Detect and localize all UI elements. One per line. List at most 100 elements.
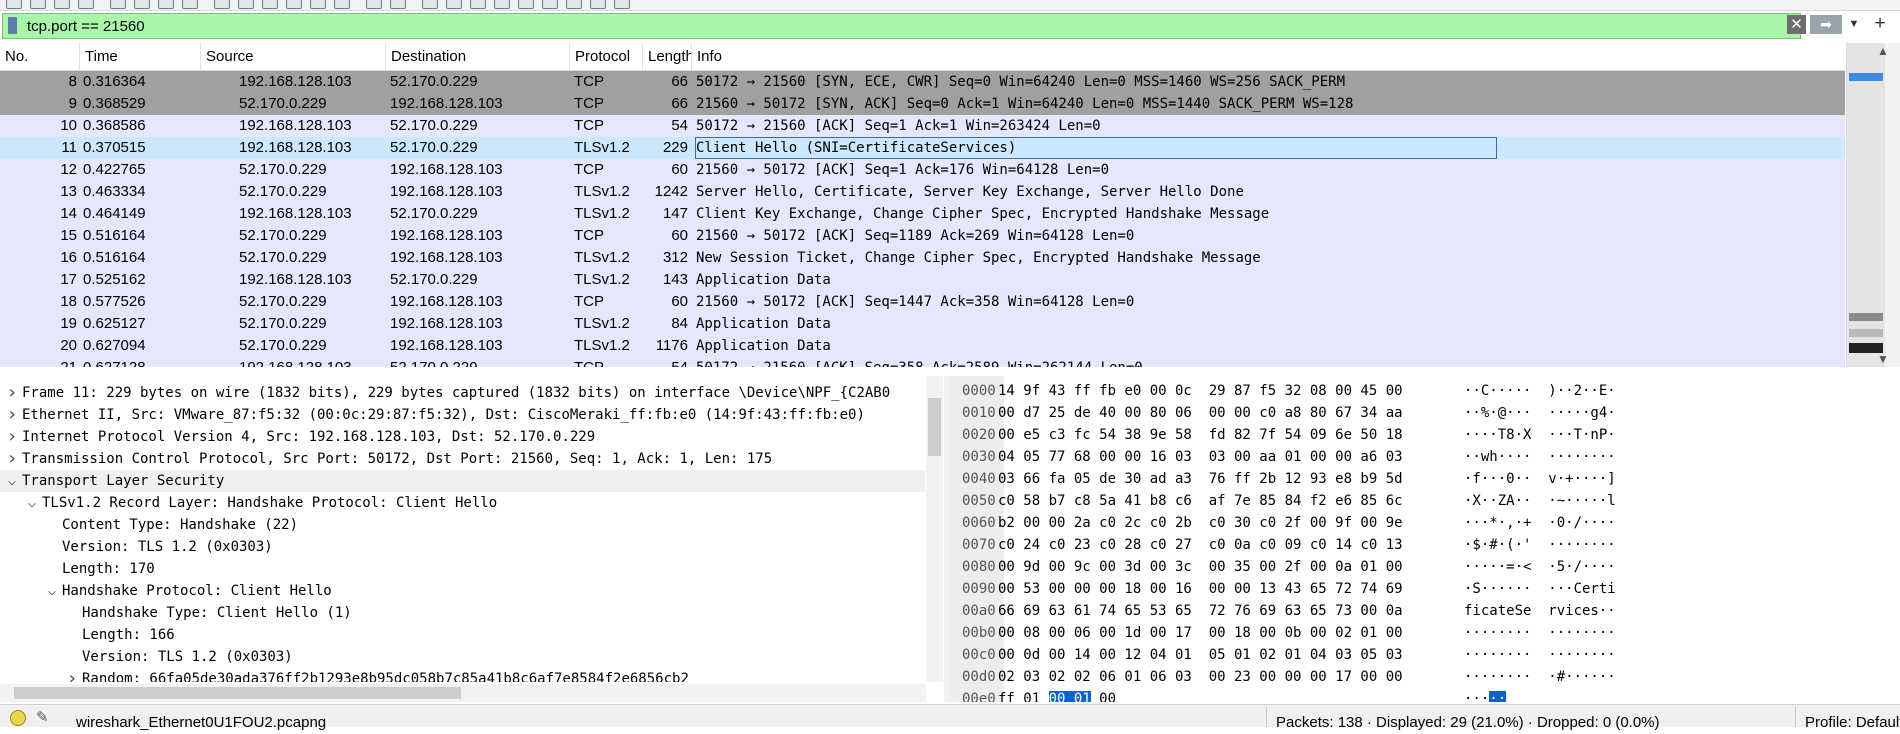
scroll-down-icon[interactable]: ▼ bbox=[1877, 352, 1889, 366]
detail-tree-item[interactable]: › Transmission Control Protocol, Src Port… bbox=[0, 448, 925, 470]
collapse-arrow-icon[interactable]: ⌵ bbox=[25, 492, 39, 514]
collapse-arrow-icon[interactable]: ⌵ bbox=[5, 470, 19, 492]
scroll-up-icon[interactable]: ▲ bbox=[1877, 44, 1889, 58]
packet-row[interactable]: 10 0.368586 192.168.128.103 52.170.0.229 TCP… bbox=[0, 115, 1845, 137]
expand-arrow-icon[interactable]: › bbox=[5, 404, 19, 426]
byte-hex[interactable]: 00 0d 00 14 00 12 04 01 05 01 02 01 04 0… bbox=[998, 644, 1403, 666]
detail-tree-item[interactable]: Version: TLS 1.2 (0x0303) bbox=[0, 646, 925, 668]
byte-hex[interactable]: c0 58 b7 c8 5a 41 b8 c6 af 7e 85 84 f2 e… bbox=[998, 490, 1403, 512]
capture-options-icon[interactable] bbox=[78, 0, 94, 9]
chevron-down-icon[interactable]: ▼ bbox=[1846, 15, 1862, 34]
packet-list-scrollbar[interactable]: ▲ ▼ bbox=[1846, 43, 1900, 367]
byte-ascii[interactable]: ·S······ ···Certi bbox=[1464, 578, 1616, 600]
byte-hex[interactable]: 66 69 63 61 74 65 53 65 72 76 69 63 65 7… bbox=[998, 600, 1403, 622]
packet-row[interactable]: 12 0.422765 52.170.0.229 192.168.128.103 TCP… bbox=[0, 159, 1845, 181]
expand-arrow-icon[interactable]: › bbox=[65, 668, 79, 682]
detail-tree-item[interactable]: Version: TLS 1.2 (0x0303) bbox=[0, 536, 925, 558]
plus-icon[interactable]: + bbox=[1870, 14, 1890, 34]
packet-row[interactable]: 16 0.516164 52.170.0.229 192.168.128.103 TLS… bbox=[0, 247, 1845, 269]
byte-ascii[interactable]: ····· bbox=[1464, 688, 1507, 702]
status-profile[interactable]: Profile: Default bbox=[1805, 712, 1900, 734]
resize-columns-icon[interactable] bbox=[494, 0, 510, 9]
packet-row[interactable]: 9 0.368529 52.170.0.229 192.168.128.103 TCP 6… bbox=[0, 93, 1845, 115]
byte-ascii[interactable]: ··C····· )··2··E· bbox=[1464, 380, 1616, 402]
details-vertical-scrollbar[interactable] bbox=[926, 376, 943, 682]
detail-tree-item[interactable]: Content Type: Handshake (22) bbox=[0, 514, 925, 536]
open-file-icon[interactable] bbox=[110, 0, 126, 9]
byte-ascii-selected[interactable]: ·· bbox=[1489, 691, 1507, 702]
go-to-packet-icon[interactable] bbox=[286, 0, 302, 9]
packet-row[interactable]: 20 0.627094 52.170.0.229 192.168.128.103 TLS… bbox=[0, 335, 1845, 357]
bookmark-icon[interactable] bbox=[8, 17, 17, 34]
column-header-info[interactable]: Info bbox=[692, 43, 1845, 70]
packet-row[interactable]: 13 0.463334 52.170.0.229 192.168.128.103 TLS… bbox=[0, 181, 1845, 203]
zoom-reset-icon[interactable] bbox=[470, 0, 486, 9]
go-back-icon[interactable] bbox=[238, 0, 254, 9]
reload-file-icon[interactable] bbox=[182, 0, 198, 9]
detail-tree-item[interactable]: Length: 170 bbox=[0, 558, 925, 580]
byte-hex[interactable]: 03 66 fa 05 de 30 ad a3 76 ff 2b 12 93 e… bbox=[998, 468, 1403, 490]
byte-hex[interactable]: 00 e5 c3 fc 54 38 9e 58 fd 82 7f 54 09 6… bbox=[998, 424, 1403, 446]
detail-tree-item[interactable]: ⌵ TLSv1.2 Record Layer: Handshake Protoco… bbox=[0, 492, 925, 514]
detail-tree-item[interactable]: ⌵ Handshake Protocol: Client Hello bbox=[0, 580, 925, 602]
byte-hex[interactable]: 14 9f 43 ff fb e0 00 0c 29 87 f5 32 08 0… bbox=[998, 380, 1403, 402]
byte-ascii[interactable]: ficateSe rvices·· bbox=[1464, 600, 1616, 622]
byte-ascii[interactable]: ····T8·X ···T·nP· bbox=[1464, 424, 1616, 446]
packet-row[interactable]: 19 0.625127 52.170.0.229 192.168.128.103 TLS… bbox=[0, 313, 1845, 335]
byte-hex[interactable]: 00 53 00 00 00 18 00 16 00 00 13 43 65 7… bbox=[998, 578, 1403, 600]
byte-ascii[interactable]: ········ ········ bbox=[1464, 622, 1616, 644]
detail-tree-item[interactable]: › Frame 11: 229 bytes on wire (1832 bits)… bbox=[0, 382, 925, 404]
packet-row[interactable]: 15 0.516164 52.170.0.229 192.168.128.103 TCP… bbox=[0, 225, 1845, 247]
column-header-destination[interactable]: Destination bbox=[386, 43, 570, 70]
edit-comment-icon[interactable]: ✎ bbox=[36, 708, 49, 726]
restart-capture-icon[interactable] bbox=[54, 0, 70, 9]
details-hscroll-thumb[interactable] bbox=[14, 687, 461, 699]
byte-hex[interactable]: c0 24 c0 23 c0 28 c0 27 c0 0a c0 09 c0 1… bbox=[998, 534, 1403, 556]
byte-ascii[interactable]: ········ ·#······ bbox=[1464, 666, 1616, 688]
start-capture-icon[interactable] bbox=[6, 0, 22, 9]
byte-hex[interactable]: 02 03 02 02 06 01 06 03 00 23 00 00 00 1… bbox=[998, 666, 1403, 688]
apply-icon[interactable]: ➡ bbox=[1810, 15, 1842, 34]
details-scroll-thumb[interactable] bbox=[928, 398, 941, 456]
byte-hex[interactable]: 00 d7 25 de 40 00 80 06 00 00 c0 a8 80 6… bbox=[998, 402, 1403, 424]
first-packet-icon[interactable] bbox=[310, 0, 326, 9]
zoom-out-icon[interactable] bbox=[446, 0, 462, 9]
detail-tree-item[interactable]: › Ethernet II, Src: VMware_87:f5:32 (00:0… bbox=[0, 404, 925, 426]
packet-row[interactable]: 17 0.525162 192.168.128.103 52.170.0.229 TLS… bbox=[0, 269, 1845, 291]
column-header-protocol[interactable]: Protocol bbox=[570, 43, 643, 70]
detail-tree-item[interactable]: › Internet Protocol Version 4, Src: 192.1… bbox=[0, 426, 925, 448]
resize-columns-icon-4[interactable] bbox=[566, 0, 582, 9]
byte-hex[interactable]: ff 01 00 01 00 bbox=[998, 688, 1116, 702]
byte-hex-selected[interactable]: 00 01 bbox=[1048, 691, 1091, 702]
expand-arrow-icon[interactable]: › bbox=[5, 426, 19, 448]
resize-columns-icon-2[interactable] bbox=[518, 0, 534, 9]
packet-row[interactable]: 11 0.370515 192.168.128.103 52.170.0.229 TLS… bbox=[0, 137, 1845, 159]
last-packet-icon[interactable] bbox=[334, 0, 350, 9]
byte-ascii[interactable]: ·$·#·(·' ········ bbox=[1464, 534, 1616, 556]
detail-tree-item[interactable]: Length: 166 bbox=[0, 624, 925, 646]
byte-ascii[interactable]: ··wh···· ········ bbox=[1464, 446, 1616, 468]
packet-row[interactable]: 14 0.464149 192.168.128.103 52.170.0.229 TLS… bbox=[0, 203, 1845, 225]
detail-tree-item[interactable]: › Random: 66fa05de30ada376ff2b1293e8b95dc… bbox=[0, 668, 925, 682]
autoscroll-icon[interactable] bbox=[366, 0, 382, 9]
byte-ascii[interactable]: ·f···0·· v·+····] bbox=[1464, 468, 1616, 490]
byte-ascii[interactable]: ·X··ZA·· ·~·····l bbox=[1464, 490, 1616, 512]
byte-hex[interactable]: 00 08 00 06 00 1d 00 17 00 18 00 0b 00 0… bbox=[998, 622, 1403, 644]
packet-minimap[interactable] bbox=[1847, 43, 1885, 367]
packet-row[interactable]: 8 0.316364 192.168.128.103 52.170.0.229 TCP 6… bbox=[0, 71, 1845, 93]
collapse-arrow-icon[interactable]: ⌵ bbox=[45, 580, 59, 602]
byte-ascii[interactable]: ·····=·< ·5·/···· bbox=[1464, 556, 1616, 578]
details-horizontal-scrollbar[interactable] bbox=[0, 684, 926, 702]
find-packet-icon[interactable] bbox=[214, 0, 230, 9]
stop-capture-icon[interactable] bbox=[30, 0, 46, 9]
go-forward-icon[interactable] bbox=[262, 0, 278, 9]
column-header-length[interactable]: Length bbox=[643, 43, 692, 70]
resize-columns-icon-3[interactable] bbox=[542, 0, 558, 9]
colorize-icon[interactable] bbox=[390, 0, 406, 9]
byte-ascii[interactable]: ···*·,·+ ·0·/···· bbox=[1464, 512, 1616, 534]
column-header-time[interactable]: Time bbox=[80, 43, 201, 70]
display-filter-input[interactable] bbox=[27, 14, 1787, 38]
packet-row[interactable]: 21 0.627128 192.168.128.103 52.170.0.229 TCP… bbox=[0, 357, 1845, 367]
byte-hex[interactable]: 04 05 77 68 00 00 16 03 03 00 aa 01 00 0… bbox=[998, 446, 1403, 468]
detail-tree-item[interactable]: Handshake Type: Client Hello (1) bbox=[0, 602, 925, 624]
